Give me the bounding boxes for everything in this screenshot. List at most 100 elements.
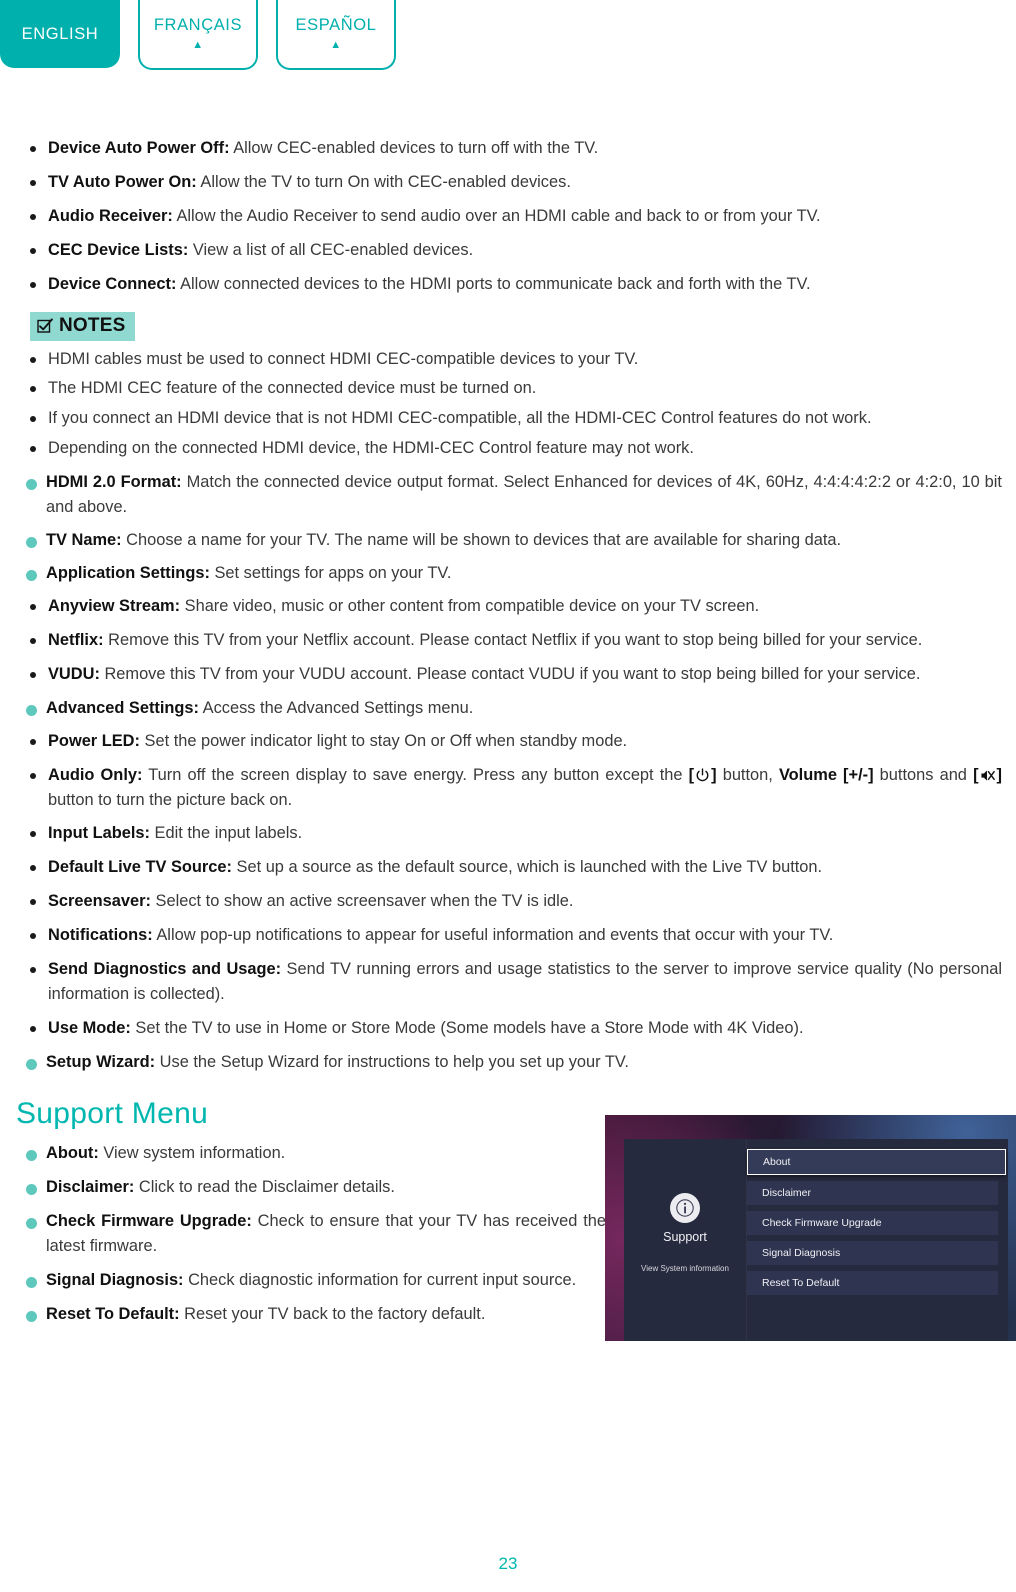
setup-wizard-list: Setup Wizard: Use the Setup Wizard for i… [16,1050,1002,1075]
description: Turn off the screen display to save ener… [142,765,689,784]
description: Use the Setup Wizard for instructions to… [155,1053,629,1071]
term: Notifications: [48,926,153,945]
description: Allow the TV to turn On with CEC-enabled… [196,172,571,191]
power-icon [696,767,709,781]
application-settings-sublist: Anyview Stream: Share video, music or ot… [16,594,1002,687]
term: Device Connect: [48,274,177,293]
list-item: Device Auto Power Off: Allow CEC-enabled… [16,136,1002,161]
term: HDMI 2.0 Format: [46,473,182,492]
tv-sidebar-subtitle: View System information [641,1264,729,1273]
list-item-hdmi-format: HDMI 2.0 Format: Match the connected dev… [16,470,1002,520]
notes-list: HDMI cables must be used to connect HDMI… [16,347,1002,460]
tv-menu-item-reset-to-default[interactable]: Reset To Default [747,1271,998,1295]
list-item: Netflix: Remove this TV from your Netfli… [16,628,1002,653]
list-item-tv-name: TV Name: Choose a name for your TV. The … [16,528,1002,553]
tv-sidebar-title: Support [663,1230,707,1244]
tab-espanol-label: ESPAÑOL [295,16,377,35]
description: Reset your TV back to the factory defaul… [179,1304,486,1323]
list-item-check-firmware-upgrade: Check Firmware Upgrade: Check to ensure … [16,1209,606,1259]
settings-list: HDMI 2.0 Format: Match the connected dev… [16,470,1002,586]
bracket-close: ] [996,765,1002,784]
term: Power LED: [48,731,140,750]
description: Remove this TV from your VUDU account. P… [99,664,921,683]
description: View system information. [98,1143,286,1162]
description: Allow the Audio Receiver to send audio o… [172,206,821,225]
description: Edit the input labels. [150,824,303,843]
tv-menu-item-signal-diagnosis[interactable]: Signal Diagnosis [747,1241,998,1265]
advanced-settings-sublist: Power LED: Set the power indicator light… [16,729,1002,1041]
term: CEC Device Lists: [48,240,189,259]
list-item: Notifications: Allow pop-up notification… [16,923,1002,948]
tv-menu-item-check-firmware-upgrade[interactable]: Check Firmware Upgrade [747,1211,998,1235]
list-item-reset-to-default: Reset To Default: Reset your TV back to … [16,1302,606,1327]
description: Set the TV to use in Home or Store Mode … [130,1019,804,1038]
list-item-signal-diagnosis: Signal Diagnosis: Check diagnostic infor… [16,1268,606,1293]
description: Set the power indicator light to stay On… [139,731,628,750]
description-part3: buttons and [873,765,974,784]
description: Allow pop-up notifications to appear for… [152,926,834,945]
list-item: The HDMI CEC feature of the connected de… [16,376,1002,401]
list-item-setup-wizard: Setup Wizard: Use the Setup Wizard for i… [16,1050,1002,1075]
tab-francais-label: FRANÇAIS [153,16,243,35]
tv-menu-sidebar: Support View System information [624,1139,747,1341]
term: Use Mode: [48,1019,131,1038]
tv-menu-item-disclaimer[interactable]: Disclaimer [747,1181,998,1205]
volume-key-label: Volume [+/-] [778,765,874,784]
power-button-key: [] [689,766,717,784]
description: Click to read the Disclaimer details. [134,1177,395,1196]
description: Check diagnostic information for current… [183,1270,577,1289]
bracket-open: [ [973,765,979,784]
list-item-power-led: Power LED: Set the power indicator light… [16,729,1002,754]
cec-settings-list: Device Auto Power Off: Allow CEC-enabled… [16,136,1002,297]
description-part2: button, [716,765,779,784]
tv-menu-items: About Disclaimer Check Firmware Upgrade … [747,1139,1008,1341]
list-item-application-settings: Application Settings: Set settings for a… [16,561,1002,586]
term: Audio Receiver: [48,206,173,225]
term: TV Auto Power On: [48,172,197,191]
list-item: Default Live TV Source: Set up a source … [16,855,1002,880]
term: Anyview Stream: [48,596,181,615]
tv-menu-item-about[interactable]: About [747,1149,1006,1175]
list-item: VUDU: Remove this TV from your VUDU acco… [16,662,1002,687]
term: Application Settings: [46,563,210,582]
list-item-advanced-settings: Advanced Settings: Access the Advanced S… [16,696,1002,721]
list-item: CEC Device Lists: View a list of all CEC… [16,238,1002,263]
description: Share video, music or other content from… [180,596,760,615]
notes-badge-label: NOTES [59,314,126,336]
description: Remove this TV from your Netflix account… [103,630,923,649]
term: Disclaimer: [46,1177,135,1196]
checkbox-pencil-icon [37,318,53,333]
language-tab-bar: ENGLISH FRANÇAIS ▲ ESPAÑOL ▲ [0,0,396,72]
description: Access the Advanced Settings menu. [199,698,474,717]
description: Set up a source as the default source, w… [231,858,823,877]
list-item: Input Labels: Edit the input labels. [16,821,1002,846]
list-item: Device Connect: Allow connected devices … [16,272,1002,297]
term: Send Diagnostics and Usage: [48,960,282,979]
tab-english-label: ENGLISH [21,24,99,43]
term: Device Auto Power Off: [48,139,230,157]
term: Netflix: [48,630,104,649]
list-item: Anyview Stream: Share video, music or ot… [16,594,1002,619]
tv-menu-panel: Support View System information About Di… [624,1139,1008,1341]
term: VUDU: [48,664,100,683]
list-item: If you connect an HDMI device that is no… [16,406,1002,431]
bracket-open: [ [688,765,695,784]
list-item: Depending on the connected HDMI device, … [16,436,1002,461]
info-circle-icon [670,1193,700,1223]
list-item-about: About: View system information. [16,1141,606,1166]
description: Select to show an active screensaver whe… [150,892,574,911]
term: Check Firmware Upgrade: [46,1211,252,1230]
list-item: Audio Receiver: Allow the Audio Receiver… [16,204,1002,229]
notes-badge: NOTES [30,311,136,341]
description: Choose a name for your TV. The name will… [121,531,842,549]
tab-espanol[interactable]: ESPAÑOL ▲ [276,0,396,70]
description: Allow connected devices to the HDMI port… [176,274,811,293]
term: Screensaver: [48,892,151,911]
description-part4: button to turn the picture back on. [48,790,293,809]
term: Signal Diagnosis: [46,1270,184,1289]
term: Setup Wizard: [46,1053,156,1071]
list-item-audio-only: Audio Only: Turn off the screen display … [16,763,1002,813]
tab-english[interactable]: ENGLISH [0,0,120,68]
term: Input Labels: [48,824,150,843]
tab-francais[interactable]: FRANÇAIS ▲ [138,0,258,70]
